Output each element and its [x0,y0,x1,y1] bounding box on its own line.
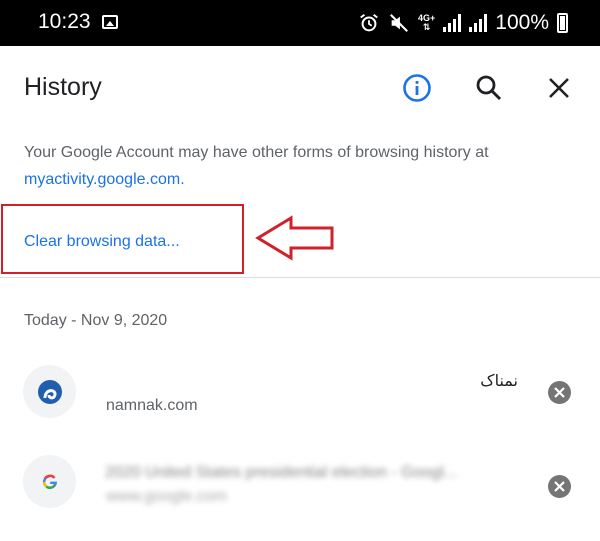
annotation-arrow-icon [255,215,334,261]
remove-button[interactable] [548,381,571,404]
page-title: History [24,73,102,101]
history-item-url: namnak.com [106,397,198,414]
close-icon [554,481,565,492]
google-favicon [23,455,76,508]
status-time: 10:23 [38,10,91,33]
signal-icon-2 [469,14,488,32]
close-button[interactable] [539,68,579,108]
status-bar: 10:23 4G+ ⇅ 100% [0,0,600,46]
network-type: 4G+ ⇅ [418,13,436,32]
history-item-url: www.google.com [106,488,227,505]
history-item[interactable]: نمناک namnak.com [0,362,600,432]
date-header: Today - Nov 9, 2020 [24,312,168,329]
namnak-favicon [23,365,76,418]
battery-icon [557,13,568,33]
history-item[interactable]: 2020 United States presidential election… [0,452,600,522]
mute-icon [390,14,408,32]
annotation-highlight-box [1,204,244,274]
notice-text: Your Google Account may have other forms… [24,144,489,161]
close-icon [549,78,569,98]
remove-button[interactable] [548,475,571,498]
history-item-title: نمناک [480,373,518,390]
alarm-icon [360,13,378,32]
history-item-title: 2020 United States presidential election… [105,464,458,481]
signal-icon [443,14,462,32]
close-icon [554,387,565,398]
battery-percent: 100% [495,11,549,34]
myactivity-link[interactable]: myactivity.google.com. [24,171,185,188]
search-icon [476,75,502,101]
account-notice: Your Google Account may have other forms… [24,139,544,193]
info-icon [403,74,431,102]
status-icons: 4G+ ⇅ 100% [358,8,568,38]
info-button[interactable] [397,68,437,108]
image-icon [102,15,118,29]
search-button[interactable] [469,68,509,108]
divider [0,277,600,278]
